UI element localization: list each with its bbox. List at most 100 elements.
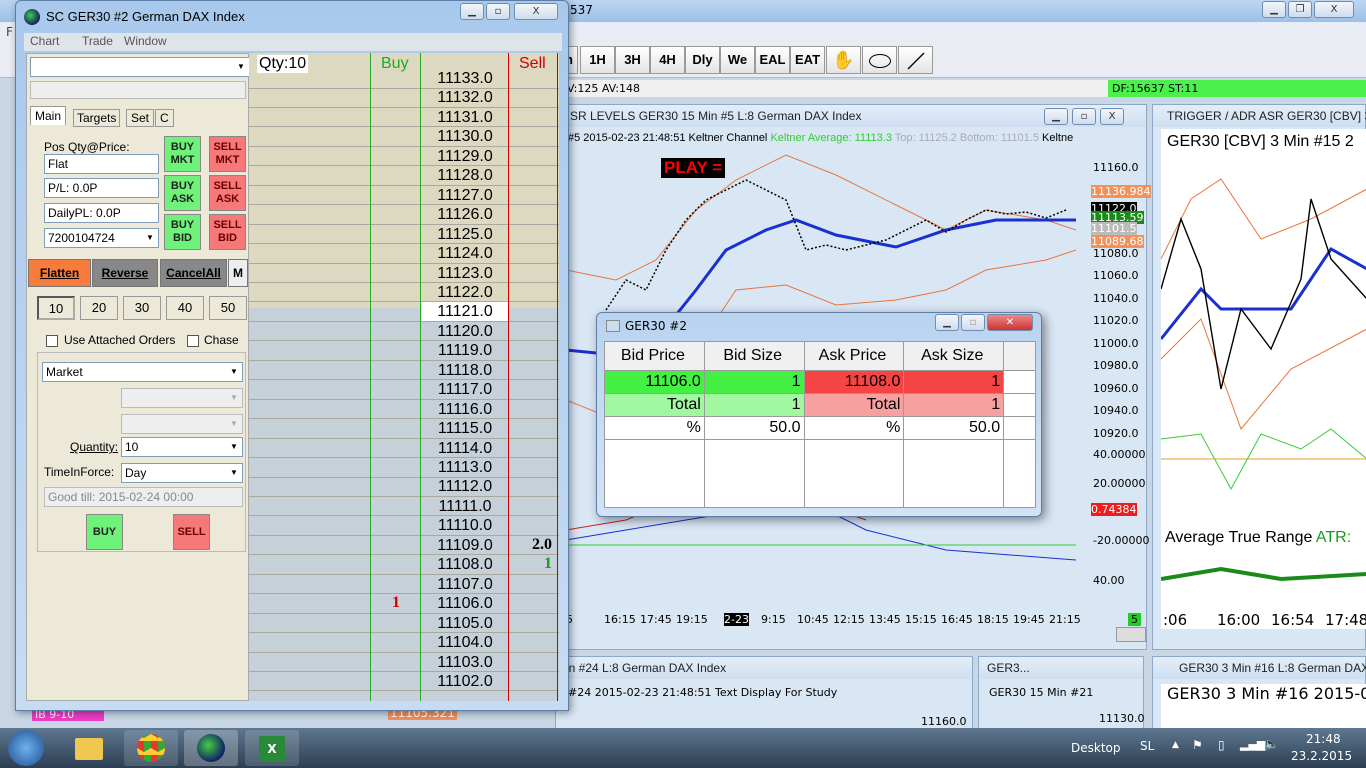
ladder-row[interactable]: 11130.0 — [249, 127, 559, 147]
qty-preset-button-30[interactable]: 30 — [123, 296, 161, 320]
clock-time[interactable]: 21:48 — [1306, 732, 1341, 746]
ladder-row[interactable]: 11105.0 — [249, 614, 559, 634]
ladder-row[interactable]: 11127.0 — [249, 186, 559, 206]
toolbar-button-4h[interactable]: 4H — [650, 46, 685, 74]
menu-window[interactable]: Window — [124, 34, 167, 48]
dom-minimize-button[interactable]: ▁ — [460, 3, 484, 20]
main-close-button[interactable]: X — [1314, 1, 1354, 18]
ladder-row[interactable]: 11104.0 — [249, 633, 559, 653]
chase-checkbox[interactable] — [187, 335, 199, 347]
toolbar-button-eal[interactable]: EAL — [755, 46, 790, 74]
toolbar-button-dly[interactable]: Dly — [685, 46, 720, 74]
main-menu-file[interactable]: F — [6, 25, 13, 39]
ladder-row[interactable]: 11109.0 2.0 — [249, 536, 559, 556]
main-restore-button[interactable]: ❐ — [1288, 1, 1312, 18]
reverse-button[interactable]: Reverse — [92, 259, 158, 287]
ladder-sell-cell[interactable]: 1 — [509, 555, 557, 573]
chart1-minimize-button[interactable]: ▁ — [1044, 108, 1068, 125]
ladder-row[interactable]: 11111.0 — [249, 497, 559, 517]
ladder-row[interactable]: 11133.0 — [249, 69, 559, 89]
toolbar-button-eat[interactable]: EAT — [790, 46, 825, 74]
line-icon[interactable] — [898, 46, 933, 74]
ladder-row[interactable]: 11107.0 — [249, 575, 559, 595]
quantity-select[interactable]: 10 ▼ — [121, 437, 243, 457]
menu-chart[interactable]: Chart — [30, 34, 59, 48]
bid-ask-close-button[interactable]: ✕ — [987, 314, 1033, 331]
sell-mkt-button[interactable]: SELL MKT — [209, 136, 246, 172]
desktop-toolbar-label[interactable]: Desktop — [1071, 741, 1121, 755]
tray-arrow-icon[interactable]: ▲ — [1172, 740, 1179, 750]
flatten-button[interactable]: Flatten — [28, 259, 91, 287]
ladder-row[interactable]: 11117.0 — [249, 380, 559, 400]
chart1-scrollbar[interactable] — [1116, 627, 1146, 642]
ladder-row[interactable]: 11115.0 — [249, 419, 559, 439]
menu-trade[interactable]: Trade — [82, 34, 113, 48]
qty-preset-button-50[interactable]: 50 — [209, 296, 247, 320]
ladder-row[interactable]: 11112.0 — [249, 477, 559, 497]
toolbar-button-1h[interactable]: 1H — [580, 46, 615, 74]
start-button[interactable] — [8, 730, 44, 766]
m-button[interactable]: M — [228, 259, 248, 287]
network-signal-icon[interactable]: ▂▄▆ — [1240, 738, 1265, 751]
qty-preset-button-40[interactable]: 40 — [166, 296, 204, 320]
ladder-sell-cell[interactable]: 2.0 — [509, 536, 557, 554]
buy-bid-button[interactable]: BUY BID — [164, 214, 201, 250]
ladder-row[interactable]: 11102.0 — [249, 672, 559, 692]
buy-mkt-button[interactable]: BUY MKT — [164, 136, 201, 172]
ladder-row[interactable]: 11129.0 — [249, 147, 559, 167]
tab-c[interactable]: C — [155, 109, 174, 127]
ladder-row[interactable]: 11103.0 — [249, 653, 559, 672]
sell-button[interactable]: SELL — [173, 514, 210, 550]
qty-preset-button-10[interactable]: 10 — [37, 296, 75, 320]
ladder-row[interactable]: 1 11106.0 — [249, 594, 559, 614]
clock-date[interactable]: 23.2.2015 — [1291, 749, 1352, 763]
tab-targets[interactable]: Targets — [73, 109, 121, 127]
ladder-row[interactable]: 11119.0 — [249, 341, 559, 361]
toolbar-button-3h[interactable]: 3H — [615, 46, 650, 74]
ladder-row[interactable]: 11110.0 — [249, 516, 559, 536]
sell-ask-button[interactable]: SELL ASK — [209, 175, 246, 211]
language-indicator[interactable]: SL — [1140, 739, 1154, 753]
buy-button[interactable]: BUY — [86, 514, 123, 550]
ladder-row[interactable]: 11122.0 — [249, 283, 559, 303]
main-minimize-button[interactable]: ▁ — [1262, 1, 1286, 18]
action-center-flag-icon[interactable]: ⚑ — [1192, 738, 1203, 752]
symbol-combo[interactable]: ▼ — [30, 57, 250, 77]
tab-set[interactable]: Set — [126, 109, 155, 127]
dom-restore-button[interactable]: ▫ — [486, 3, 510, 20]
sell-bid-button[interactable]: SELL BID — [209, 214, 246, 250]
power-icon[interactable]: ▯ — [1218, 738, 1225, 752]
ladder-buy-cell[interactable]: 1 — [371, 594, 421, 612]
explorer-icon[interactable] — [62, 730, 116, 766]
ladder-row[interactable]: 11131.0 — [249, 108, 559, 128]
ladder-row[interactable]: 11116.0 — [249, 400, 559, 420]
ladder-row[interactable]: 11120.0 — [249, 322, 559, 342]
order-type-select[interactable]: Market ▼ — [42, 362, 243, 382]
ellipse-icon[interactable] — [862, 46, 897, 74]
toolbar-button-we[interactable]: We — [720, 46, 755, 74]
ladder-row[interactable]: 11118.0 — [249, 361, 559, 381]
qty-preset-button-20[interactable]: 20 — [80, 296, 118, 320]
ladder-row[interactable]: 11123.0 — [249, 264, 559, 283]
ladder-row[interactable]: 11108.0 1 — [249, 555, 559, 575]
ladder-row[interactable]: 11126.0 — [249, 205, 559, 225]
ladder-row[interactable]: 11132.0 — [249, 88, 559, 108]
ladder-row[interactable]: 11113.0 — [249, 458, 559, 478]
tif-select[interactable]: Day ▼ — [121, 463, 243, 483]
use-attached-orders-checkbox[interactable] — [46, 335, 58, 347]
excel-icon[interactable]: X — [245, 730, 299, 766]
chart1-close-button[interactable]: X — [1100, 108, 1124, 125]
tab-main[interactable]: Main — [30, 106, 67, 125]
ladder-row[interactable]: 11125.0 — [249, 225, 559, 245]
chrome-icon[interactable] — [124, 730, 178, 766]
bid-ask-minimize-button[interactable]: ▁ — [935, 314, 959, 331]
volume-icon[interactable]: 🔈 — [1264, 737, 1279, 751]
chart1-restore-button[interactable]: ▫ — [1072, 108, 1096, 125]
ladder-row[interactable]: 11128.0 — [249, 166, 559, 186]
sierra-chart-icon[interactable] — [184, 730, 238, 766]
ladder-row[interactable]: 11124.0 — [249, 244, 559, 264]
hand-pan-icon[interactable]: ✋ — [826, 46, 861, 74]
ladder-row[interactable]: 11121.0 — [249, 302, 559, 322]
ladder-row[interactable]: 11114.0 — [249, 439, 559, 459]
account-select[interactable]: 7200104724 ▼ — [44, 228, 159, 248]
